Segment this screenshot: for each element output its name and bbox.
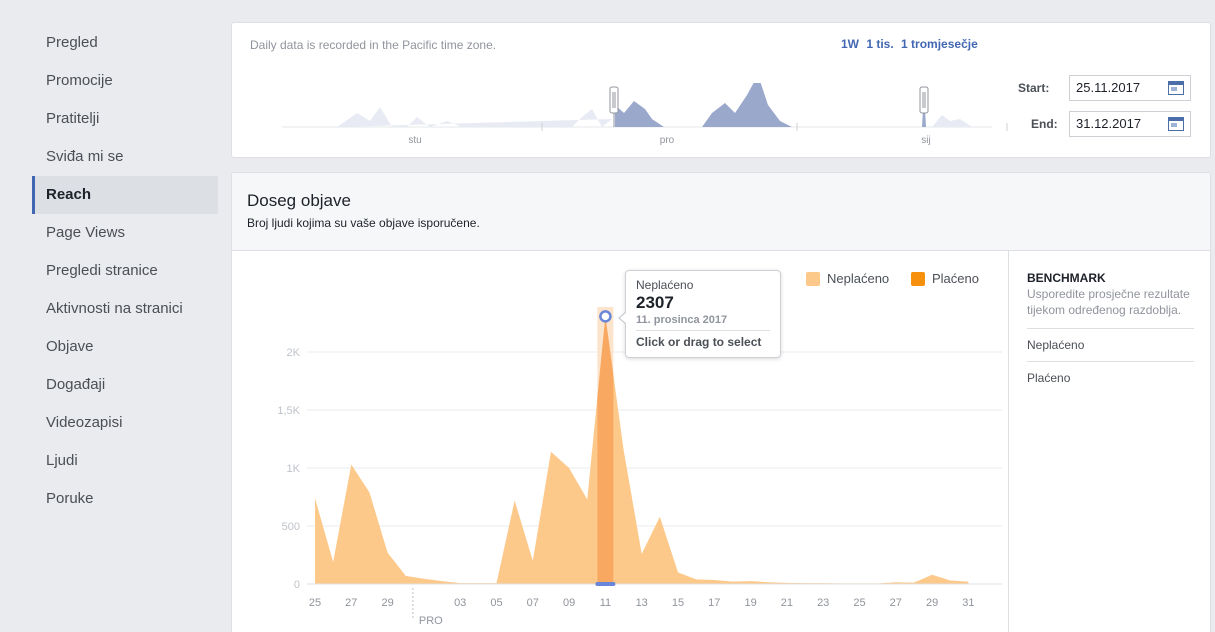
x-tick-label: 17 xyxy=(708,597,720,609)
x-tick-label: 27 xyxy=(345,597,357,609)
x-tick-label: 15 xyxy=(672,597,684,609)
benchmark-title: BENCHMARK xyxy=(1027,271,1106,285)
reach-title: Doseg objave xyxy=(247,191,351,210)
sidebar-item-poruke[interactable]: Poruke xyxy=(32,480,218,518)
timeline-month-pro: pro xyxy=(660,135,675,146)
timeline-start-handle xyxy=(609,86,619,114)
sidebar-item-videozapisi[interactable]: Videozapisi xyxy=(32,404,218,442)
legend-unpaid-swatch xyxy=(806,271,820,286)
timeline-month-sij: sij xyxy=(921,135,930,146)
legend-unpaid-label: Neplaćeno xyxy=(827,271,890,286)
x-tick-label: 27 xyxy=(890,597,902,609)
x-tick-label: 11 xyxy=(600,597,611,609)
sidebar-item-pregledi-stranice[interactable]: Pregledi stranice xyxy=(32,252,218,290)
x-tick-label: 07 xyxy=(527,597,539,609)
y-tick-label: 500 xyxy=(282,521,300,533)
tooltip-series-label: Neplaćeno xyxy=(636,278,694,292)
timeline-area-before xyxy=(337,107,612,127)
timeline-minichart[interactable]: stu pro sij xyxy=(232,83,1012,153)
x-tick-label: 23 xyxy=(817,597,829,609)
insights-sidebar: Pregled Promocije Pratitelji Sviđa mi se Rea… xyxy=(32,24,218,518)
y-tick-label: 1K xyxy=(287,463,301,475)
timeline-selector: Daily data is recorded in the Pacific ti… xyxy=(231,22,1211,158)
x-tick-label: 05 xyxy=(490,597,502,609)
sidebar-item-objave[interactable]: Objave xyxy=(32,328,218,366)
reach-subtitle: Broj ljudi kojima su vaše objave isporuč… xyxy=(247,216,480,230)
sidebar-item-doga-aji[interactable]: Događaji xyxy=(32,366,218,404)
sidebar-item-page-views[interactable]: Page Views xyxy=(32,214,218,252)
benchmark-unpaid[interactable]: Neplaćeno xyxy=(1027,329,1194,362)
x-tick-label: 13 xyxy=(636,597,648,609)
end-date-label: End: xyxy=(1031,117,1058,131)
calendar-icon[interactable] xyxy=(1168,117,1184,131)
timezone-note: Daily data is recorded in the Pacific ti… xyxy=(250,38,497,52)
sidebar-item-reach[interactable]: Reach xyxy=(32,176,218,214)
x-tick-label: 03 xyxy=(454,597,466,609)
range-1-month-link[interactable]: 1 tis. xyxy=(866,37,893,51)
chart-tooltip: Neplaćeno 2307 11. prosinca 2017 Click o… xyxy=(618,270,781,358)
sidebar-item-pratitelji[interactable]: Pratitelji xyxy=(32,100,218,138)
y-tick-label: 2K xyxy=(287,347,301,359)
sidebar-item-ljudi[interactable]: Ljudi xyxy=(32,442,218,480)
start-date-field[interactable]: 25.11.2017 xyxy=(1069,75,1191,101)
peak-point-marker xyxy=(599,310,612,323)
x-tick-label: 09 xyxy=(563,597,575,609)
selection-marker-bar xyxy=(595,582,616,586)
legend-paid-label: Plaćeno xyxy=(932,271,979,286)
reach-header: Doseg objave Broj ljudi kojima su vaše o… xyxy=(232,173,1210,251)
reach-chart[interactable]: 0 500 1K 1,5K 2K 25 27 29 03 05 07 09 11 13 15 17 19 21 23… xyxy=(232,251,1008,632)
timeline-area-after xyxy=(932,115,972,127)
sidebar-item-svi-a-mi-se[interactable]: Sviđa mi se xyxy=(32,138,218,176)
y-tick-label: 0 xyxy=(294,579,300,591)
start-date-label: Start: xyxy=(1018,81,1050,95)
tooltip-value: 2307 xyxy=(636,293,674,312)
legend-paid-swatch xyxy=(911,271,925,286)
sidebar-item-pregled[interactable]: Pregled xyxy=(32,24,218,62)
y-tick-label: 1,5K xyxy=(277,405,300,417)
x-tick-label: 31 xyxy=(962,597,974,609)
legend-unpaid[interactable]: Neplaćeno xyxy=(806,271,889,286)
sidebar-item-aktivnosti-na-stranici[interactable]: Aktivnosti na stranici xyxy=(32,290,218,328)
timeline-area-selected xyxy=(615,83,926,127)
x-tick-label: 21 xyxy=(781,597,793,609)
timeline-month-stu: stu xyxy=(408,135,421,146)
post-reach-card: Doseg objave Broj ljudi kojima su vaše o… xyxy=(231,172,1211,632)
end-date-field[interactable]: 31.12.2017 xyxy=(1069,111,1191,137)
x-tick-label: 25 xyxy=(853,597,865,609)
month-label: PRO xyxy=(419,615,443,627)
sidebar-item-promocije[interactable]: Promocije xyxy=(32,62,218,100)
legend-paid[interactable]: Plaćeno xyxy=(911,271,979,286)
x-tick-label: 29 xyxy=(926,597,938,609)
range-1w-link[interactable]: 1W xyxy=(841,37,859,51)
tooltip-hint: Click or drag to select xyxy=(636,335,762,349)
range-1-quarter-link[interactable]: 1 tromjesečje xyxy=(901,37,978,51)
benchmark-panel: BENCHMARK Usporedite prosječne rezultate… xyxy=(1008,251,1210,632)
start-date-value: 25.11.2017 xyxy=(1076,80,1141,95)
calendar-icon[interactable] xyxy=(1168,81,1184,95)
timeline-end-handle xyxy=(919,86,929,114)
benchmark-description: Usporedite prosječne rezultate tijekom o… xyxy=(1027,286,1194,329)
range-links: 1W 1 tis. 1 tromjesečje xyxy=(841,37,982,51)
x-tick-label: 29 xyxy=(381,597,393,609)
tooltip-date: 11. prosinca 2017 xyxy=(636,314,770,331)
end-date-value: 31.12.2017 xyxy=(1076,116,1142,131)
x-tick-label: 25 xyxy=(309,597,321,609)
x-tick-label: 19 xyxy=(744,597,756,609)
benchmark-paid[interactable]: Plaćeno xyxy=(1027,362,1194,394)
